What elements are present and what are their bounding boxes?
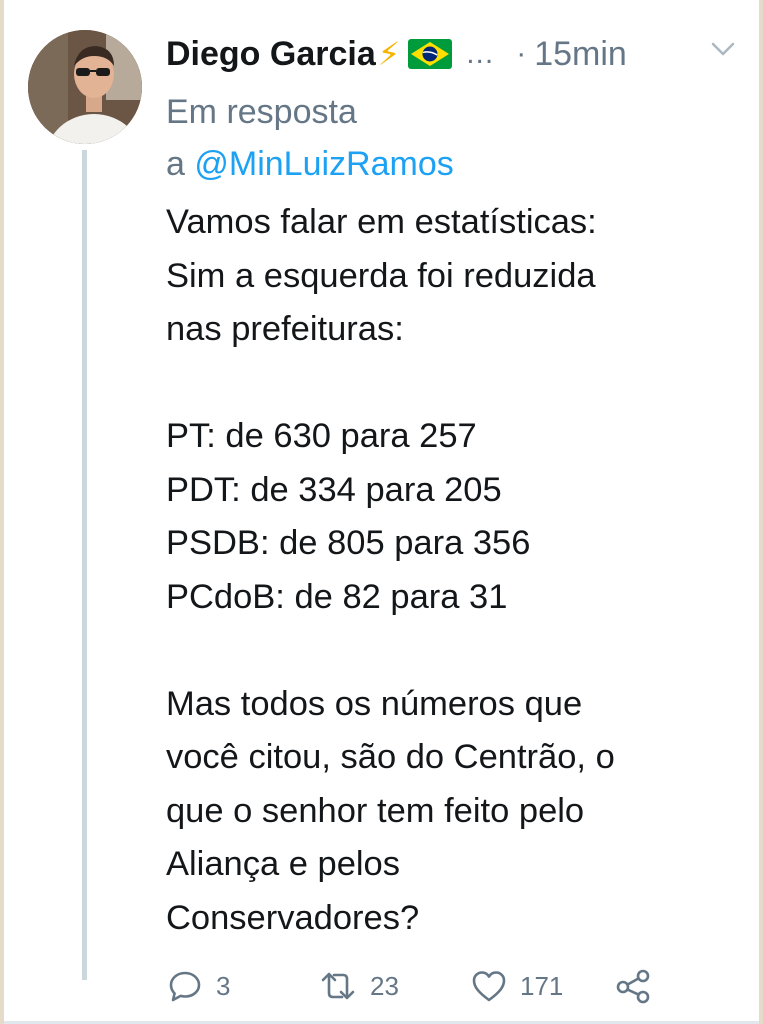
like-button[interactable]: 171	[470, 962, 563, 1010]
name-truncation-ellipsis: ...	[466, 37, 495, 70]
thread-connector-line	[82, 150, 87, 980]
avatar-photo	[28, 30, 142, 144]
reply-to-label: Em resposta	[166, 93, 357, 131]
tweet-text: Vamos falar em estatísticas: Sim a esque…	[166, 203, 615, 937]
reply-count: 3	[216, 970, 231, 1001]
reply-context: Em resposta a @MinLuizRamos	[166, 86, 454, 190]
retweet-button[interactable]: 23	[318, 962, 399, 1010]
reply-icon	[169, 971, 201, 1002]
time-separator: ·	[516, 37, 527, 70]
lightning-emoji: ⚡	[377, 36, 401, 72]
tweet-header: Diego Garcia ⚡ ... · 15min	[166, 26, 746, 82]
share-icon	[616, 969, 650, 1004]
like-count: 171	[520, 970, 564, 1001]
reply-mention-link[interactable]: @MinLuizRamos	[194, 145, 453, 183]
share-button[interactable]	[614, 962, 652, 1010]
retweet-count: 23	[370, 970, 399, 1001]
chevron-down-icon[interactable]	[710, 40, 736, 58]
brazil-flag-icon	[408, 39, 453, 69]
tweet-card[interactable]: Diego Garcia ⚡ ... · 15min Em resposta a…	[0, 0, 763, 1024]
reply-button[interactable]: 3	[166, 962, 230, 1010]
heart-icon	[472, 971, 506, 1002]
author-name[interactable]: Diego Garcia	[166, 35, 376, 74]
reply-to-connector: a	[166, 145, 195, 183]
tweet-timestamp[interactable]: 15min	[534, 35, 627, 74]
tweet-actions-bar: 3 23 171	[166, 962, 746, 1010]
retweet-icon	[321, 972, 355, 1000]
author-avatar[interactable]	[28, 30, 142, 144]
